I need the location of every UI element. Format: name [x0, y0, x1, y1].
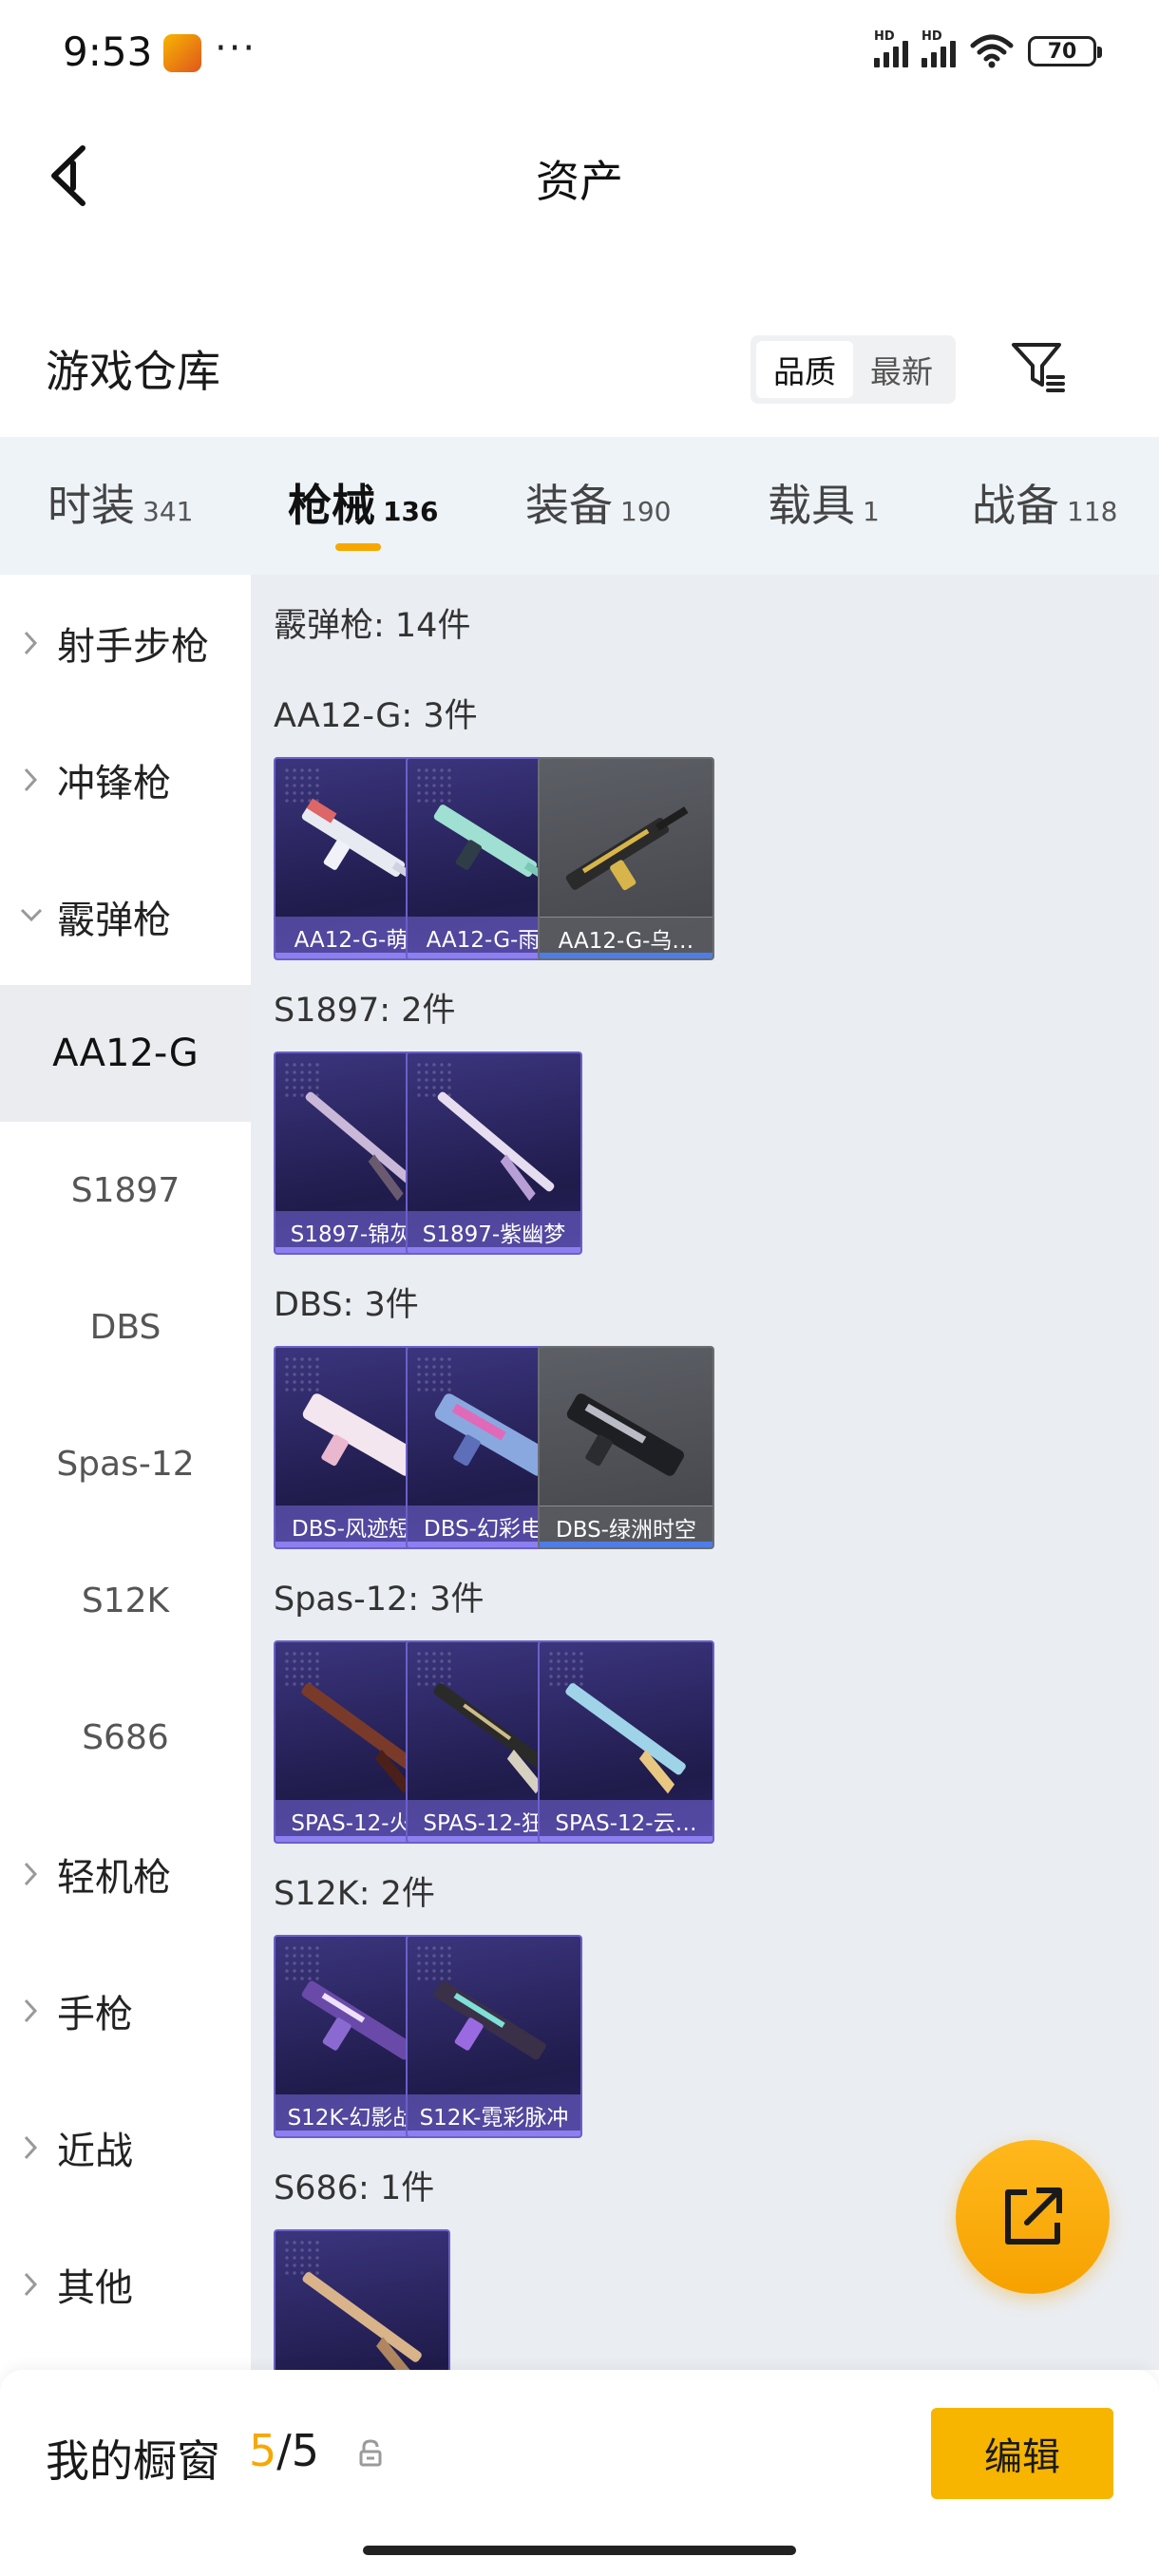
sidebar-item-aa12g[interactable]: AA12-G	[0, 985, 251, 1122]
sidebar-item-s1897[interactable]: S1897	[0, 1122, 251, 1259]
chevron-right-icon	[24, 1998, 38, 2023]
wifi-icon	[970, 34, 1014, 68]
signal-icon-2: HD	[922, 29, 956, 67]
group-title: S12K: 2件	[274, 1875, 435, 1913]
lock-icon	[359, 2439, 382, 2467]
showcase-count: 5/5	[249, 2425, 320, 2476]
weapon-grid: 霰弹枪: 14件 AA12-G: 3件 AA12-G-萌… AA12-G-雨… …	[251, 575, 1159, 2370]
chevron-right-icon	[24, 631, 38, 655]
home-indicator[interactable]	[363, 2546, 796, 2555]
group-title: Spas-12: 3件	[274, 1581, 484, 1619]
showcase-label: 我的橱窗	[46, 2435, 220, 2487]
sidebar-item-label: 手枪	[57, 1993, 133, 2036]
edit-button[interactable]: 编辑	[931, 2408, 1113, 2499]
weapon-skin-card[interactable]: AA12-G-乌…	[538, 757, 714, 960]
shotgun-image	[433, 1980, 546, 2060]
group-title: DBS: 3件	[274, 1286, 419, 1324]
category-tabs: 时装 341 枪械 136 装备 190 载具 1 战备 118	[0, 437, 1159, 575]
signal-icon: HD	[874, 29, 908, 67]
tab-firearms[interactable]: 枪械 136	[288, 437, 438, 551]
sort-latest-option[interactable]: 最新	[853, 341, 950, 398]
sidebar-item-label: 轻机枪	[57, 1856, 171, 1900]
chevron-right-icon	[24, 1862, 38, 1886]
warehouse-title: 游戏仓库	[46, 346, 220, 397]
sidebar-item-label: 霰弹枪	[57, 899, 171, 942]
status-bar: 9:53 ··· HD HD 70	[0, 0, 1159, 104]
sort-quality-option[interactable]: 品质	[756, 341, 853, 398]
sidebar-item-s686[interactable]: S686	[0, 1669, 251, 1806]
page-title: 资产	[536, 156, 623, 207]
sidebar-item-dbs[interactable]: DBS	[0, 1259, 251, 1395]
sidebar-item-label: 其他	[57, 2266, 133, 2310]
tab-equipment[interactable]: 装备 190	[525, 437, 671, 534]
group-title: S686: 1件	[274, 2169, 435, 2207]
tab-supplies[interactable]: 战备 118	[972, 437, 1117, 534]
sidebar-item-shotgun[interactable]: 霰弹枪	[0, 848, 251, 985]
weapon-skin-card[interactable]: DBS-绿洲时空	[538, 1346, 714, 1549]
chevron-right-icon	[24, 2272, 38, 2297]
shotgun-image	[566, 1393, 684, 1476]
shotgun-image	[437, 1091, 555, 1202]
shotgun-image	[302, 2272, 422, 2370]
battery-icon: 70	[1028, 36, 1102, 66]
filter-button[interactable]	[1005, 334, 1072, 401]
sidebar-item-s12k[interactable]: S12K	[0, 1532, 251, 1669]
category-count-title: 霰弹枪: 14件	[274, 607, 471, 645]
shotgun-image	[565, 806, 689, 891]
weapon-type-sidebar: 射手步枪 冲锋枪 霰弹枪 AA12-G S1897 DBS Spas-12 S1…	[0, 575, 251, 2370]
sidebar-item-label: 射手步枪	[57, 625, 209, 669]
share-fab-button[interactable]	[956, 2140, 1110, 2294]
shotgun-image	[565, 1683, 686, 1794]
chevron-down-icon	[20, 908, 43, 922]
sidebar-item-other[interactable]: 其他	[0, 2216, 251, 2353]
share-external-icon	[1005, 2188, 1062, 2245]
sidebar-item-lmg[interactable]: 轻机枪	[0, 1806, 251, 1942]
chevron-right-icon	[24, 2135, 38, 2160]
weapon-skin-card[interactable]: SPAS-12-云…	[538, 1640, 714, 1844]
weapon-skin-card[interactable]: S1897-紫幽梦	[406, 1051, 582, 1255]
tab-vehicles[interactable]: 载具 1	[768, 437, 880, 534]
sidebar-item-smg[interactable]: 冲锋枪	[0, 711, 251, 848]
filter-icon	[1012, 343, 1065, 392]
sidebar-item-label: 冲锋枪	[57, 762, 171, 805]
weapon-skin-card[interactable]: S12K-霓彩脉冲	[406, 1935, 582, 2138]
sidebar-item-melee[interactable]: 近战	[0, 2079, 251, 2216]
chevron-right-icon	[24, 767, 38, 792]
active-tab-indicator	[335, 543, 381, 551]
sort-toggle: 品质 最新	[750, 335, 956, 404]
more-notifications-icon: ···	[215, 27, 257, 70]
sidebar-item-label: 近战	[57, 2130, 133, 2173]
sidebar-item-spas12[interactable]: Spas-12	[0, 1395, 251, 1532]
group-title: AA12-G: 3件	[274, 697, 478, 735]
app-notification-icon	[163, 34, 201, 72]
status-time: 9:53	[63, 28, 153, 75]
weapon-skin-card[interactable]	[274, 2229, 450, 2370]
tab-fashion[interactable]: 时装 341	[48, 437, 193, 534]
group-title: S1897: 2件	[274, 992, 456, 1030]
sidebar-item-pistol[interactable]: 手枪	[0, 1942, 251, 2079]
showcase-bar: 我的橱窗 5/5 编辑	[0, 2370, 1159, 2576]
sidebar-item-marksman-rifle[interactable]: 射手步枪	[0, 575, 251, 711]
